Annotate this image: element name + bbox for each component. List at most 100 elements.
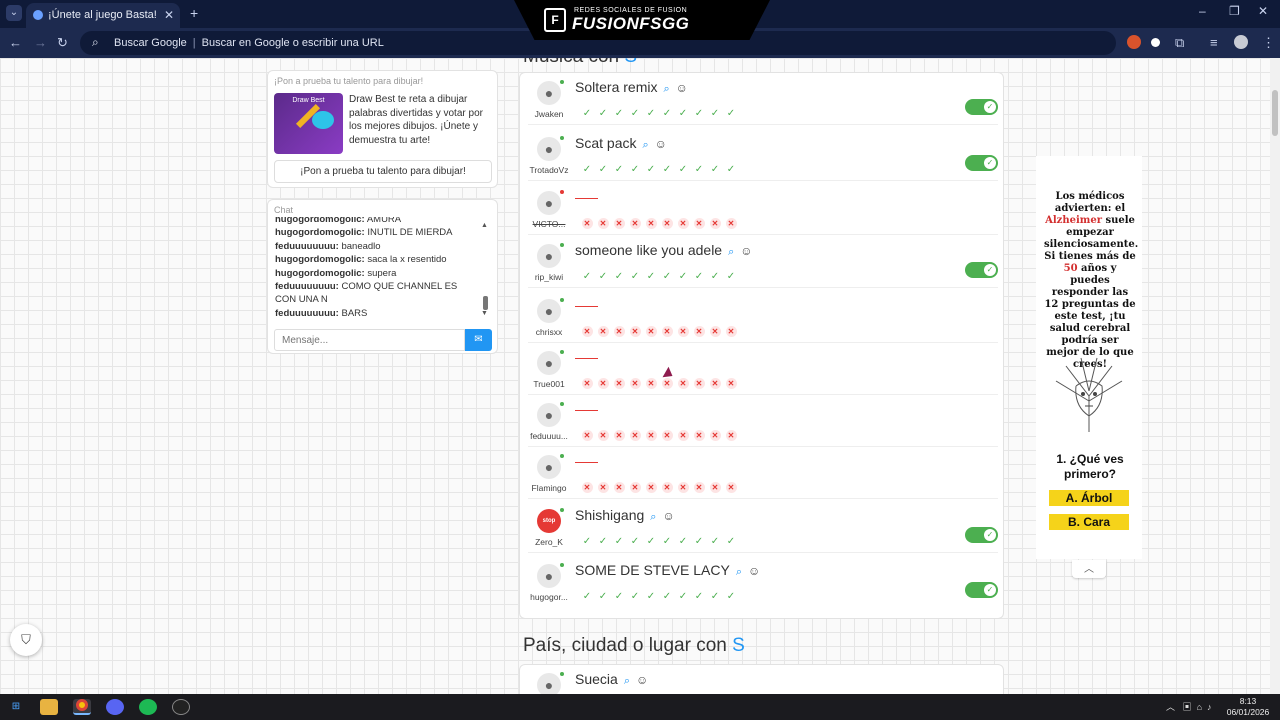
chevron-up-icon[interactable]: ︿ — [1072, 560, 1106, 578]
page-scroll-thumb[interactable] — [1272, 90, 1278, 136]
extensions-puzzle-icon[interactable]: ⧉ — [1175, 35, 1184, 51]
extension-fox-icon[interactable] — [1127, 35, 1141, 49]
start-icon[interactable]: ⊞ — [7, 699, 25, 715]
check-icon: ✓ — [710, 271, 720, 282]
minimize-button[interactable]: – — [1199, 4, 1206, 18]
spotify-icon[interactable] — [139, 699, 157, 715]
answer-row: stop Zero_K Shishigang ⌕ ☺ ✓ ✓ ✓ ✓ ✓ ✓ ✓ ✓ ✓ ✓ ✓ — [528, 501, 998, 553]
search-icon[interactable]: ⌕ — [642, 139, 648, 151]
tab-search-icon[interactable]: ⌄ — [6, 5, 22, 21]
media-control-icon[interactable]: ≡ — [1210, 35, 1218, 50]
page-scrollbar[interactable] — [1270, 58, 1280, 694]
shield-icon[interactable]: ⛉ — [10, 624, 42, 656]
chat-card: Chat hugogordomogolic: AMURA hugogordomo… — [267, 199, 498, 354]
promo-image[interactable]: Draw Best — [274, 93, 343, 154]
answer-text: someone like you adele ⌕ ☺ — [575, 242, 753, 259]
check-icon: ✓ — [662, 108, 672, 119]
search-icon[interactable]: ⌕ — [663, 83, 669, 95]
search-icon[interactable]: ⌕ — [736, 566, 742, 578]
check-icon: ✓ — [630, 108, 640, 119]
chrome-icon[interactable] — [73, 699, 91, 715]
reload-icon[interactable]: ↻ — [57, 35, 68, 51]
cross-icon: ✕ — [659, 326, 675, 337]
cross-icon: ✕ — [643, 218, 659, 229]
network-icon[interactable]: ⌂ — [1197, 702, 1202, 712]
cross-icon: ✕ — [611, 218, 627, 229]
check-icon: ✓ — [614, 164, 624, 175]
profile-avatar[interactable] — [1234, 35, 1248, 49]
back-icon[interactable]: ← — [9, 35, 22, 50]
answer-text: SOME DE STEVE LACY ⌕ ☺ — [575, 562, 760, 579]
username: chrisxx — [535, 327, 563, 337]
online-status-dot — [560, 80, 564, 84]
tab-active[interactable]: ¡Únete al juego Basta! ✕ — [26, 3, 180, 28]
tray-app-icon[interactable]: ▣ — [1183, 702, 1192, 712]
ad-option-b[interactable]: B. Cara — [1049, 514, 1129, 530]
answers-card-country: ● Suecia ⌕ ☺ — [519, 664, 1004, 694]
user-avatar: ● — [537, 243, 564, 268]
send-icon: ✉ — [474, 334, 483, 345]
scroll-up-icon[interactable]: ▲ — [481, 222, 488, 229]
emoji-icon[interactable]: ☺ — [740, 244, 752, 258]
volume-icon[interactable]: ♪ — [1207, 702, 1212, 712]
emoji-icon[interactable]: ☺ — [655, 137, 667, 151]
answer-value: Scat pack — [575, 135, 637, 151]
answers-card-music: ● Jwaken Soltera remix ⌕ ☺ ✓ ✓ ✓ ✓ ✓ ✓ ✓ ✓ ✓ ✓ ✓ ● Trotad… — [519, 72, 1004, 619]
online-status-dot — [560, 298, 564, 302]
check-icon: ✓ — [710, 591, 720, 602]
file-explorer-icon[interactable] — [40, 699, 58, 715]
online-status-dot — [560, 136, 564, 140]
promo-button[interactable]: ¡Pon a prueba tu talento para dibujar! — [274, 160, 492, 183]
scroll-down-icon[interactable]: ▼ — [481, 310, 488, 317]
new-tab-button[interactable]: + — [190, 5, 198, 21]
cross-icon: ✕ — [579, 378, 595, 389]
validate-toggle[interactable]: ✓ — [965, 262, 998, 278]
emoji-icon[interactable]: ☺ — [676, 81, 688, 95]
search-icon[interactable]: ⌕ — [624, 675, 630, 687]
chat-send-button[interactable]: ✉ — [465, 329, 492, 351]
system-clock[interactable]: 8:13 06/01/2026 — [1226, 696, 1270, 718]
cross-icon: ✕ — [595, 218, 611, 229]
validate-toggle[interactable]: ✓ — [965, 99, 998, 115]
emoji-icon[interactable]: ☺ — [636, 673, 648, 687]
search-icon[interactable]: ⌕ — [728, 246, 734, 258]
chat-text: baneadlo — [338, 240, 381, 252]
cross-icon: ✕ — [675, 378, 691, 389]
user-avatar: ● — [537, 402, 564, 427]
cross-icon: ✕ — [707, 378, 723, 389]
emoji-icon[interactable]: ☺ — [748, 564, 760, 578]
discord-icon[interactable] — [106, 699, 124, 715]
browser-menu-icon[interactable]: ⋮ — [1262, 35, 1275, 51]
validate-toggle[interactable]: ✓ — [965, 155, 998, 171]
tray-chevron-icon[interactable]: ︿ — [1166, 702, 1175, 712]
user-icon: ● — [544, 303, 554, 319]
obs-icon[interactable] — [172, 699, 190, 715]
validate-toggle[interactable]: ✓ — [965, 527, 998, 543]
cross-icon: ✕ — [723, 378, 739, 389]
ad-panel[interactable]: Los médicos advierten: el Alzheimer suel… — [1036, 156, 1142, 559]
answer-text: Shishigang ⌕ ☺ — [575, 507, 675, 524]
tab-close-icon[interactable]: ✕ — [164, 8, 174, 22]
chat-log: hugogordomogolic: AMURA hugogordomogolic… — [275, 217, 477, 323]
chat-message-input[interactable] — [274, 329, 465, 351]
check-icon: ✓ — [694, 591, 704, 602]
emoji-icon[interactable]: ☺ — [662, 509, 674, 523]
search-icon[interactable]: ⌕ — [650, 511, 656, 523]
user-icon: ● — [544, 407, 554, 423]
extension-dot-icon[interactable] — [1151, 38, 1160, 47]
chat-scroll-thumb[interactable] — [483, 296, 488, 310]
chat-text: INUTIL DE MIERDA — [364, 227, 453, 239]
close-window-button[interactable]: ✕ — [1258, 4, 1268, 18]
restore-button[interactable]: ❐ — [1229, 4, 1240, 18]
brand-logo-icon: F — [544, 8, 566, 32]
chat-scrollbar[interactable]: ▲ ▼ — [481, 222, 489, 320]
cross-icon: ✕ — [675, 326, 691, 337]
username: Zero_K — [535, 537, 563, 547]
chat-text: saca la x resentido — [364, 254, 447, 266]
forward-icon[interactable]: → — [34, 35, 47, 50]
ad-option-a[interactable]: A. Árbol — [1049, 490, 1129, 506]
ad-headline: Los médicos advierten: el Alzheimer suel… — [1044, 191, 1138, 371]
username: True001 — [533, 379, 565, 389]
check-icon: ✓ — [662, 536, 672, 547]
validate-toggle[interactable]: ✓ — [965, 582, 998, 598]
